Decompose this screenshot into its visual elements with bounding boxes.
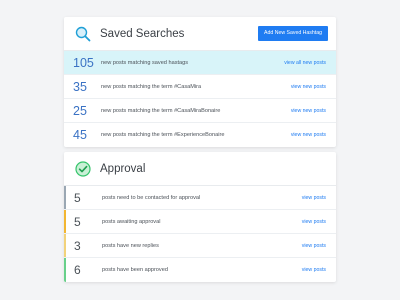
view-posts-link[interactable]: view posts <box>302 243 336 249</box>
status-accent-bar <box>64 186 66 209</box>
saved-search-count: 25 <box>73 103 87 118</box>
approval-row: 5 posts awaiting approval view posts <box>64 210 336 234</box>
saved-search-description: new posts matching the term #CasaMira <box>101 83 202 90</box>
view-new-posts-link[interactable]: view new posts <box>291 132 336 138</box>
saved-search-count: 45 <box>73 128 87 142</box>
approval-row: 3 posts have new replies view posts <box>64 234 336 258</box>
approval-card: Approval 5 posts need to be contacted fo… <box>64 152 336 282</box>
approval-description: posts need to be contacted for approval <box>102 194 201 201</box>
view-all-new-posts-link[interactable]: view all new posts <box>284 60 336 66</box>
saved-search-description: new posts matching saved hastags <box>101 59 189 66</box>
saved-search-description: new posts matching the term #ExperienceB… <box>101 132 225 138</box>
status-accent-bar <box>64 234 66 257</box>
approval-count: 5 <box>74 190 81 205</box>
saved-search-description: new posts matching the term #CasaMiraBon… <box>101 107 221 114</box>
approval-count: 6 <box>74 263 81 277</box>
approval-count: 3 <box>74 238 81 253</box>
approval-row: 5 posts need to be contacted for approva… <box>64 186 336 210</box>
saved-search-count: 105 <box>73 55 94 70</box>
search-icon <box>74 25 92 43</box>
saved-searches-title: Saved Searches <box>100 27 185 40</box>
view-new-posts-link[interactable]: view new posts <box>291 84 336 90</box>
approval-count: 5 <box>74 214 81 229</box>
view-posts-link[interactable]: view posts <box>302 195 336 201</box>
check-circle-icon <box>74 160 92 178</box>
saved-searches-header: Saved Searches Add New Saved Hashtag <box>64 17 336 51</box>
approval-description: posts have been approved <box>102 267 168 273</box>
saved-search-row: 105 new posts matching saved hastags vie… <box>64 51 336 75</box>
approval-description: posts awaiting approval <box>102 218 161 225</box>
approval-row: 6 posts have been approved view posts <box>64 258 336 282</box>
approval-description: posts have new replies <box>102 242 159 249</box>
status-accent-bar <box>64 210 66 233</box>
saved-search-count: 35 <box>73 79 87 94</box>
view-posts-link[interactable]: view posts <box>302 267 336 273</box>
approval-title: Approval <box>100 162 146 175</box>
saved-search-row: 45 new posts matching the term #Experien… <box>64 123 336 147</box>
approval-header: Approval <box>64 152 336 186</box>
status-accent-bar <box>64 258 66 282</box>
view-posts-link[interactable]: view posts <box>302 219 336 225</box>
add-new-saved-hashtag-button[interactable]: Add New Saved Hashtag <box>258 26 328 41</box>
view-new-posts-link[interactable]: view new posts <box>291 108 336 114</box>
saved-searches-card: Saved Searches Add New Saved Hashtag 105… <box>64 17 336 147</box>
saved-search-row: 25 new posts matching the term #CasaMira… <box>64 99 336 123</box>
saved-search-row: 35 new posts matching the term #CasaMira… <box>64 75 336 99</box>
